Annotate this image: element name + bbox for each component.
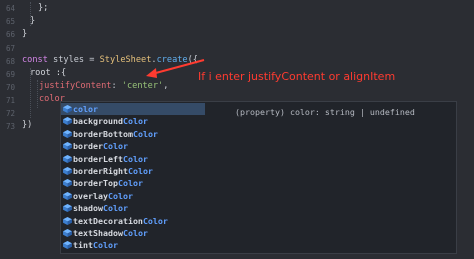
suggestion-item[interactable]: color — [61, 103, 205, 116]
line-number: 68 — [5, 57, 15, 66]
suggestion-label: borderLeftColor — [73, 153, 148, 164]
property-cube-icon — [63, 167, 72, 175]
property-cube-icon — [63, 142, 72, 151]
property-cube-icon — [63, 191, 72, 200]
suggestion-item[interactable]: borderRightColor — [61, 165, 205, 177]
suggestion-item[interactable]: borderLeftColor — [61, 153, 205, 165]
property-cube-icon — [63, 154, 72, 163]
suggestion-label: color — [73, 104, 98, 114]
suggestion-label: textDecorationColor — [73, 215, 168, 226]
property-cube-icon — [63, 241, 72, 250]
indent-guide — [37, 80, 38, 108]
property-cube-icon — [63, 117, 72, 126]
suggestion-label: borderBottomColor — [73, 128, 158, 139]
code-line[interactable]: } — [30, 16, 35, 26]
suggestion-item[interactable]: overlayColor — [61, 190, 205, 202]
code-line[interactable]: justifyContent: 'center', — [39, 81, 168, 91]
line-number: 69 — [5, 70, 15, 79]
suggestion-label: overlayColor — [73, 190, 133, 201]
suggestion-item[interactable]: backgroundColor — [61, 115, 205, 127]
suggestion-item[interactable]: shadowColor — [61, 202, 205, 214]
suggestion-item[interactable]: textDecorationColor — [61, 215, 205, 227]
property-cube-icon — [63, 204, 72, 213]
suggestion-item[interactable]: borderColor — [61, 140, 205, 152]
suggestion-label: shadowColor — [73, 203, 128, 214]
property-cube-icon — [63, 179, 72, 188]
annotation-arrow-icon — [146, 59, 205, 78]
suggestion-item[interactable]: borderTopColor — [61, 177, 205, 189]
autocomplete-popup[interactable]: color backgroundColor borderBottomColor bor… — [60, 101, 457, 254]
suggestion-label: borderTopColor — [73, 178, 143, 189]
suggestion-label: tintColor — [73, 240, 118, 251]
line-number: 66 — [5, 30, 15, 39]
suggestion-item[interactable]: tintColor — [61, 239, 205, 251]
line-number-gutter: 64 65 66 67 68 69 70 71 72 73 — [0, 0, 18, 259]
property-cube-icon — [63, 216, 72, 225]
line-number: 67 — [5, 44, 15, 53]
annotation-text: If i enter justifyContent or alignItem — [198, 70, 396, 83]
code-line[interactable]: } — [22, 29, 27, 39]
code-line[interactable]: }) — [22, 120, 32, 130]
line-number: 73 — [5, 122, 15, 131]
suggestion-detail: (property) color: string | undefined — [235, 107, 415, 117]
property-cube-icon — [63, 229, 72, 237]
suggestion-label: backgroundColor — [73, 116, 148, 127]
line-number: 70 — [5, 83, 15, 92]
code-line[interactable]: root :{ — [30, 68, 66, 78]
code-line[interactable]: }; — [38, 3, 48, 13]
line-number: 72 — [5, 109, 15, 118]
property-cube-icon — [63, 129, 72, 138]
line-number: 71 — [5, 96, 15, 105]
property-cube-icon — [63, 105, 72, 113]
line-number: 65 — [5, 17, 15, 26]
suggestion-label: borderColor — [73, 141, 128, 152]
suggestion-item[interactable]: borderBottomColor — [61, 128, 205, 140]
suggestion-label: textShadowColor — [73, 228, 148, 238]
suggestion-item[interactable]: textShadowColor — [61, 227, 205, 239]
suggestion-label: borderRightColor — [73, 166, 153, 176]
line-number: 64 — [5, 4, 15, 13]
